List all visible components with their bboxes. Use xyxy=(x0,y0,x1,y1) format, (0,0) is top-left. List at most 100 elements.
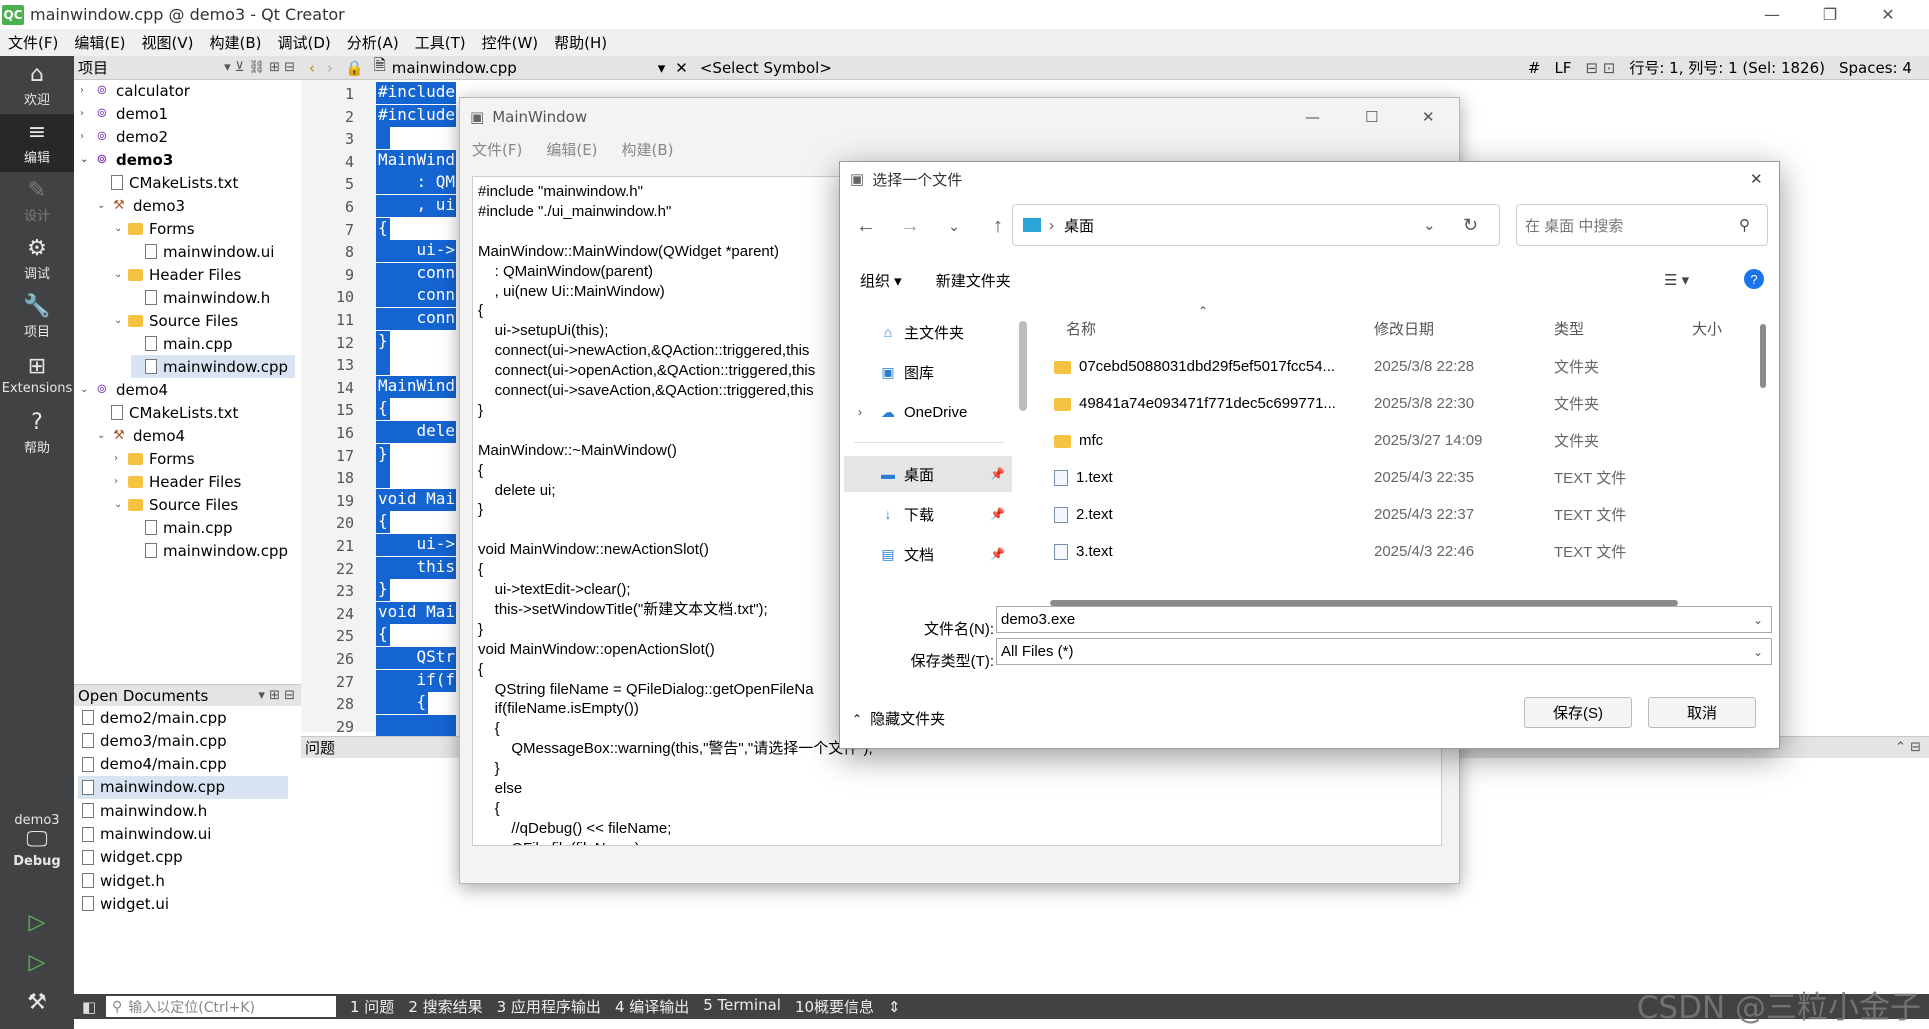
forward-arrow-icon[interactable]: → xyxy=(888,215,932,238)
file-row[interactable]: 07cebd5088031dbd29f5ef5017fcc54... 2025/3… xyxy=(1028,348,1748,385)
tree-item[interactable]: ⌄ ⚒ demo3 xyxy=(97,194,185,217)
line-ending[interactable]: LF xyxy=(1554,59,1571,77)
tree-arrow-icon[interactable]: › xyxy=(114,453,128,464)
view-options-icon[interactable]: ☰ ▾ xyxy=(1664,271,1689,289)
tree-item[interactable]: mainwindow.ui xyxy=(131,240,274,263)
tree-arrow-icon[interactable]: ⌄ xyxy=(114,315,128,326)
chevron-down-icon[interactable]: ⌄ xyxy=(1423,216,1436,234)
indent-setting[interactable]: Spaces: 4 xyxy=(1839,59,1912,77)
tree-item[interactable]: › ⊚ demo1 xyxy=(80,102,168,125)
tree-item[interactable]: ⌄ ⊚ demo3 xyxy=(80,148,173,171)
file-row[interactable]: 49841a74e093471f771dec5c699771... 2025/3/… xyxy=(1028,385,1748,422)
tree-item[interactable]: ⌄ Source Files xyxy=(114,309,238,332)
output-pane-button-3[interactable]: 4 编译输出 xyxy=(615,996,689,1017)
save-button[interactable]: 保存(S) xyxy=(1524,697,1632,728)
expand-arrow-icon[interactable]: › xyxy=(858,405,862,419)
minimize-button[interactable]: — xyxy=(1305,108,1320,126)
column-header-date[interactable]: 修改日期 xyxy=(1374,318,1434,339)
output-pane-button-5[interactable]: 10概要信息 xyxy=(795,996,874,1017)
pin-icon[interactable]: 📌 xyxy=(990,467,1005,481)
tree-arrow-icon[interactable]: ⌄ xyxy=(97,200,111,211)
open-document-item[interactable]: widget.cpp xyxy=(78,846,288,869)
cursor-position[interactable]: 行号: 1, 列号: 1 (Sel: 1826) xyxy=(1629,57,1825,78)
close-button[interactable]: ✕ xyxy=(1858,0,1918,29)
tree-arrow-icon[interactable]: › xyxy=(80,108,94,119)
mode-welcome[interactable]: ⌂ 欢迎 xyxy=(0,56,74,114)
mode-design[interactable]: ✎ 设计 xyxy=(0,172,74,230)
vertical-scrollbar[interactable] xyxy=(1760,324,1766,388)
forward-icon[interactable]: › xyxy=(327,59,333,77)
open-file-selector[interactable]: mainwindow.cpp xyxy=(392,59,652,77)
tree-item[interactable]: ⌄ ⚒ demo4 xyxy=(97,424,185,447)
tree-item[interactable]: main.cpp xyxy=(131,516,233,539)
encoding-icon[interactable]: ⊟ ⊡ xyxy=(1585,59,1615,77)
column-header-type[interactable]: 类型 xyxy=(1554,318,1584,339)
nav-item[interactable]: ▣ 图库 xyxy=(844,354,1012,390)
menu-item-1[interactable]: 编辑(E) xyxy=(74,32,125,53)
maximize-button[interactable]: ☐ xyxy=(1365,108,1378,126)
search-input[interactable]: 在 桌面 中搜索 ⚲ xyxy=(1516,204,1768,246)
nav-scrollbar[interactable] xyxy=(1019,321,1027,411)
tree-item[interactable]: mainwindow.cpp xyxy=(131,355,295,378)
output-pane-button-0[interactable]: 1 问题 xyxy=(350,996,394,1017)
cancel-button[interactable]: 取消 xyxy=(1648,697,1756,728)
filename-input[interactable]: demo3.exe ⌄ xyxy=(996,606,1772,633)
mode-projects[interactable]: 🔧 项目 xyxy=(0,288,74,346)
mode-extensions[interactable]: ⊞ Extensions xyxy=(0,346,74,404)
nav-item[interactable]: ↓ 下载 📌 xyxy=(844,496,1012,532)
tree-item[interactable]: main.cpp xyxy=(131,332,233,355)
mode-help[interactable]: ? 帮助 xyxy=(0,404,74,462)
nav-item[interactable]: ▬ 桌面 📌 xyxy=(844,456,1012,492)
tree-arrow-icon[interactable]: ⌄ xyxy=(80,154,94,165)
tree-item[interactable]: › ⊚ demo2 xyxy=(80,125,168,148)
chevron-down-icon[interactable]: ⌄ xyxy=(1753,613,1763,627)
close-document-icon[interactable]: ✕ xyxy=(675,59,688,77)
tree-item[interactable]: › Header Files xyxy=(114,470,241,493)
open-document-item[interactable]: mainwindow.ui xyxy=(78,823,288,846)
tree-item[interactable]: ⌄ Source Files xyxy=(114,493,238,516)
tree-item[interactable]: ⌄ Header Files xyxy=(114,263,241,286)
run-button[interactable]: ▷ xyxy=(0,904,74,944)
address-bar[interactable]: › 桌面 ⌄ ↻ xyxy=(1012,204,1500,246)
file-row[interactable]: mfc 2025/3/27 14:09 文件夹 xyxy=(1028,422,1748,459)
organize-button[interactable]: 组织 ▾ xyxy=(860,270,902,291)
nav-item[interactable]: › ☁ OneDrive xyxy=(844,394,1012,430)
open-document-item[interactable]: widget.ui xyxy=(78,892,288,915)
pin-icon[interactable]: 📌 xyxy=(990,547,1005,561)
more-panes-icon[interactable]: ⇕ xyxy=(888,998,901,1016)
pane-tools-icon[interactable]: ⌃ ⊟ xyxy=(1895,740,1921,755)
output-pane-button-2[interactable]: 3 应用程序输出 xyxy=(497,996,601,1017)
pin-icon[interactable]: 📌 xyxy=(990,507,1005,521)
column-header-size[interactable]: 大小 xyxy=(1692,318,1722,339)
file-row[interactable]: 2.text 2025/4/3 22:37 TEXT 文件 xyxy=(1028,496,1748,533)
menu-item-6[interactable]: 工具(T) xyxy=(415,32,466,53)
output-pane-button-4[interactable]: 5 Terminal xyxy=(703,996,781,1017)
menu-item-7[interactable]: 控件(W) xyxy=(482,32,539,53)
tree-item[interactable]: ⌄ Forms xyxy=(114,217,195,240)
mainwindow-menu-item[interactable]: 文件(F) xyxy=(472,139,522,160)
menu-item-8[interactable]: 帮助(H) xyxy=(554,32,607,53)
close-button[interactable]: ✕ xyxy=(1750,170,1763,188)
tree-item[interactable]: › ⊚ calculator xyxy=(80,79,190,102)
minimize-button[interactable]: — xyxy=(1742,0,1802,29)
menu-item-2[interactable]: 视图(V) xyxy=(142,32,194,53)
recent-chevron-icon[interactable]: ⌄ xyxy=(932,218,976,235)
kit-selector[interactable]: demo3 🖵 Debug xyxy=(0,796,74,886)
chevron-down-icon[interactable]: ▾ xyxy=(658,59,666,77)
open-document-item[interactable]: mainwindow.cpp xyxy=(78,775,288,799)
tree-arrow-icon[interactable]: ⌄ xyxy=(114,499,128,510)
tree-arrow-icon[interactable]: ⌄ xyxy=(114,223,128,234)
open-document-item[interactable]: demo3/main.cpp xyxy=(78,729,288,752)
menu-item-3[interactable]: 构建(B) xyxy=(210,32,262,53)
nav-item[interactable]: ⌂ 主文件夹 xyxy=(844,314,1012,350)
tree-item[interactable]: ⌄ ⊚ demo4 xyxy=(80,378,168,401)
back-arrow-icon[interactable]: ← xyxy=(844,215,888,238)
locator-input[interactable]: ⚲ 输入以定位(Ctrl+K) xyxy=(106,996,336,1017)
close-button[interactable]: ✕ xyxy=(1422,108,1435,126)
symbol-selector[interactable]: <Select Symbol> xyxy=(700,59,1520,77)
open-document-item[interactable]: widget.h xyxy=(78,869,288,892)
tree-item[interactable]: mainwindow.cpp xyxy=(131,539,288,562)
tree-item[interactable]: CMakeLists.txt xyxy=(97,171,238,194)
open-document-item[interactable]: demo4/main.cpp xyxy=(78,753,288,776)
output-pane-button-1[interactable]: 2 搜索结果 xyxy=(408,996,482,1017)
